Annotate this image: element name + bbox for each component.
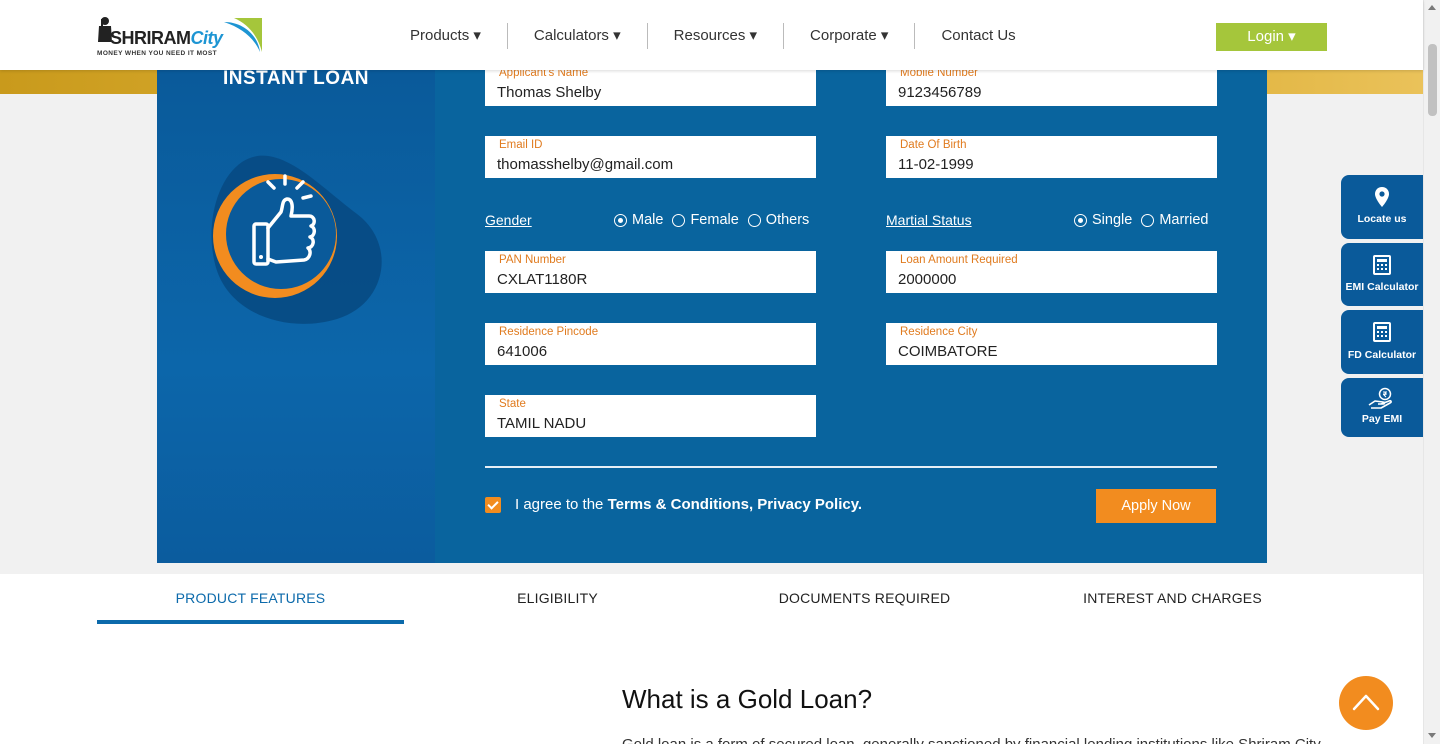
main-nav: Products ▾ Calculators ▾ Resources ▾ Cor…: [384, 23, 1042, 49]
residence-city-field[interactable]: Residence City COIMBATORE: [886, 323, 1217, 365]
agree-checkbox[interactable]: [485, 496, 501, 513]
side-locate-us-label: Locate us: [1357, 213, 1407, 225]
product-tabs: PRODUCT FEATURES ELIGIBILITY DOCUMENTS R…: [0, 574, 1423, 624]
terms-agreement: I agree to the Terms & Conditions, Priva…: [485, 496, 862, 513]
chevron-up-icon: [1352, 694, 1380, 711]
scroll-down-arrow-icon[interactable]: [1428, 733, 1436, 738]
section-heading: What is a Gold Loan?: [622, 684, 873, 714]
section-paragraph: Gold loan is a form of secured loan, gen…: [622, 736, 1321, 744]
nav-contact-us[interactable]: Contact Us: [915, 23, 1041, 49]
loan-amount-label: Loan Amount Required: [900, 254, 1018, 266]
instant-loan-title: INSTANT LOAN: [222, 70, 370, 89]
side-pay-emi[interactable]: Pay EMI: [1341, 378, 1423, 437]
login-button[interactable]: Login ▾: [1216, 23, 1327, 51]
thumbs-up-illustration-icon: [211, 155, 382, 324]
nav-calculators[interactable]: Calculators ▾: [508, 23, 648, 49]
email-label: Email ID: [499, 139, 543, 151]
nav-corporate[interactable]: Corporate ▾: [784, 23, 916, 49]
pan-number-field[interactable]: PAN Number CXLAT1180R: [485, 251, 816, 293]
dob-label: Date Of Birth: [900, 139, 967, 151]
brand-tagline: MONEY WHEN YOU NEED IT MOST: [97, 50, 217, 57]
email-field[interactable]: Email ID thomasshelby@gmail.com: [485, 136, 816, 178]
residence-pincode-label: Residence Pincode: [499, 326, 599, 338]
nav-resources[interactable]: Resources ▾: [648, 23, 785, 49]
terms-privacy-link[interactable]: Terms & Conditions, Privacy Policy.: [608, 496, 863, 513]
marital-radio-group: Single Married: [1074, 212, 1217, 228]
applicant-name-field[interactable]: Applicant's Name Thomas Shelby: [485, 64, 816, 106]
marital-married-radio[interactable]: Married: [1141, 212, 1208, 228]
marital-single-radio[interactable]: Single: [1074, 212, 1132, 228]
radio-unselected-icon: [672, 213, 686, 227]
scrollbar-thumb[interactable]: [1428, 44, 1437, 116]
state-label: State: [499, 398, 526, 410]
agree-prefix-text: I agree to the: [515, 496, 604, 513]
residence-pincode-field[interactable]: Residence Pincode 641006: [485, 323, 816, 365]
loan-amount-field[interactable]: Loan Amount Required 2000000: [886, 251, 1217, 293]
state-field[interactable]: State TAMIL NADU: [485, 395, 816, 437]
pan-number-label: PAN Number: [499, 254, 566, 266]
dob-field[interactable]: Date Of Birth 11-02-1999: [886, 136, 1217, 178]
location-pin-icon: [1375, 187, 1389, 207]
gender-female-radio[interactable]: Female: [672, 212, 739, 228]
gender-others-radio[interactable]: Others: [747, 212, 809, 228]
side-fd-calculator[interactable]: FD Calculator: [1341, 310, 1423, 374]
mobile-number-value: 9123456789: [898, 84, 982, 101]
scroll-up-arrow-icon[interactable]: [1428, 5, 1436, 10]
gender-male-radio[interactable]: Male: [614, 212, 663, 228]
residence-pincode-value: 641006: [497, 343, 548, 360]
gender-radio-group: Male Female Others: [614, 212, 818, 228]
shriram-city-logo[interactable]: SHRIRAMCity MONEY WHEN YOU NEED IT MOST: [96, 16, 266, 60]
mobile-number-field[interactable]: Mobile Number 9123456789: [886, 64, 1217, 106]
tab-documents-required[interactable]: DOCUMENTS REQUIRED: [711, 574, 1018, 624]
site-header: SHRIRAMCity MONEY WHEN YOU NEED IT MOST …: [0, 0, 1423, 70]
gender-label: Gender: [485, 212, 532, 228]
pan-number-value: CXLAT1180R: [497, 271, 588, 288]
side-emi-calculator-label: EMI Calculator: [1345, 281, 1419, 293]
calculator-icon: [1373, 255, 1391, 275]
nav-products[interactable]: Products ▾: [384, 23, 508, 49]
tab-product-features[interactable]: PRODUCT FEATURES: [97, 574, 404, 624]
side-pay-emi-label: Pay EMI: [1361, 413, 1403, 425]
product-features-content: What is a Gold Loan? Gold loan is a form…: [0, 624, 1423, 744]
dob-value: 11-02-1999: [898, 156, 974, 173]
apply-now-button[interactable]: Apply Now: [1096, 489, 1216, 523]
radio-unselected-icon: [747, 213, 761, 227]
hand-coin-icon: [1368, 387, 1392, 409]
loan-amount-value: 2000000: [898, 271, 957, 288]
page-scrollbar[interactable]: [1423, 0, 1440, 744]
email-value: thomasshelby@gmail.com: [497, 156, 674, 173]
tab-eligibility[interactable]: ELIGIBILITY: [404, 574, 711, 624]
radio-unselected-icon: [1141, 213, 1155, 227]
instant-loan-panel: INSTANT LOAN: [157, 70, 435, 563]
calculator-icon: [1373, 322, 1391, 342]
scroll-to-top-button[interactable]: [1339, 676, 1393, 730]
radio-selected-icon: [614, 213, 627, 227]
brand-wordmark: SHRIRAMCity: [110, 28, 223, 48]
residence-city-value: COIMBATORE: [898, 343, 998, 360]
state-value: TAMIL NADU: [497, 415, 587, 432]
side-locate-us[interactable]: Locate us: [1341, 175, 1423, 239]
radio-selected-icon: [1074, 213, 1087, 227]
applicant-name-value: Thomas Shelby: [497, 84, 602, 101]
residence-city-label: Residence City: [900, 326, 978, 338]
logo-swoosh-icon: [224, 18, 262, 52]
side-emi-calculator[interactable]: EMI Calculator: [1341, 243, 1423, 306]
form-divider: [485, 466, 1217, 468]
marital-status-label: Martial Status: [886, 212, 972, 228]
tab-interest-and-charges[interactable]: INTEREST AND CHARGES: [1019, 574, 1326, 624]
side-fd-calculator-label: FD Calculator: [1347, 349, 1417, 361]
